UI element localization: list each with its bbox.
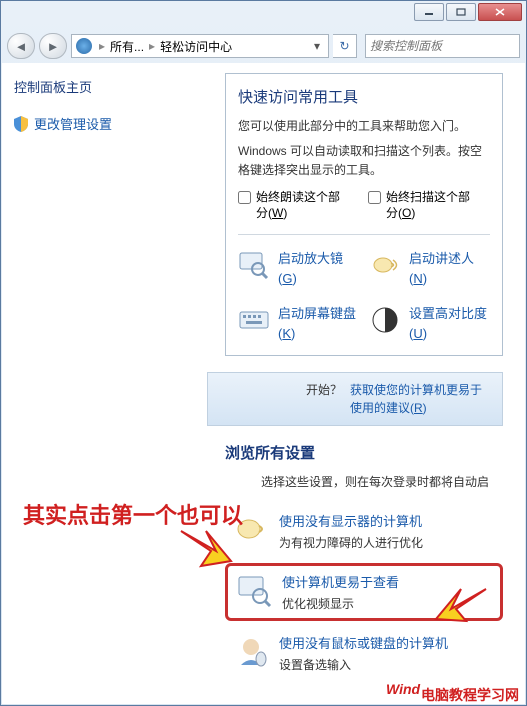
setting-no-display[interactable]: 使用没有显示器的计算机 为有视力障碍的人进行优化 bbox=[225, 505, 503, 557]
watermark-2: 电脑教程学习网 bbox=[421, 685, 519, 705]
address-bar[interactable]: ▸ 所有... ▸ 轻松访问中心 ▾ bbox=[71, 34, 329, 58]
nav-back-button[interactable]: ◄ bbox=[7, 33, 35, 59]
narrator-icon bbox=[369, 249, 401, 281]
setting-desc: 优化视频显示 bbox=[282, 595, 399, 612]
sidebar-link-admin-settings[interactable]: 更改管理设置 bbox=[14, 114, 195, 133]
tool-onscreen-keyboard[interactable]: 启动屏幕键盘(K) bbox=[238, 304, 359, 343]
tool-magnifier[interactable]: 启动放大镜(G) bbox=[238, 249, 359, 288]
breadcrumb-item[interactable]: 轻松访问中心 bbox=[158, 38, 234, 55]
setting-title: 使用没有鼠标或键盘的计算机 bbox=[279, 633, 448, 652]
setting-desc: 设置备选输入 bbox=[279, 656, 448, 673]
tool-high-contrast[interactable]: 设置高对比度(U) bbox=[369, 304, 490, 343]
quick-access-panel: 快速访问常用工具 您可以使用此部分中的工具来帮助您入门。 Windows 可以自… bbox=[225, 73, 503, 356]
breadcrumb-item[interactable]: 所有... bbox=[108, 38, 146, 55]
magnifier-icon bbox=[238, 249, 270, 281]
panel-title: 快速访问常用工具 bbox=[238, 86, 490, 107]
no-mouse-icon bbox=[233, 633, 269, 669]
browse-all-desc: 选择这些设置，则在每次登录时都将自动启 bbox=[261, 473, 503, 491]
help-strip: 开始？ 获取使您的计算机更易于使用的建议(R) bbox=[207, 372, 503, 426]
watermark-1: Wind bbox=[386, 681, 420, 697]
nav-forward-button[interactable]: ► bbox=[39, 33, 67, 59]
panel-desc-1: 您可以使用此部分中的工具来帮助您入门。 bbox=[238, 117, 490, 136]
annotation-arrow-left bbox=[176, 526, 236, 571]
setting-desc: 为有视力障碍的人进行优化 bbox=[279, 534, 423, 551]
address-dropdown-icon[interactable]: ▾ bbox=[310, 39, 324, 53]
sidebar-title[interactable]: 控制面板主页 bbox=[14, 77, 195, 96]
maximize-button[interactable] bbox=[446, 3, 476, 21]
refresh-button[interactable]: ↻ bbox=[333, 34, 357, 58]
search-box[interactable]: 🔍 bbox=[365, 34, 520, 58]
panel-desc-2: Windows 可以自动读取和扫描这个列表。按空格键选择突出显示的工具。 bbox=[238, 142, 490, 180]
checkbox-always-scan[interactable]: 始终扫描这个部分(O) bbox=[368, 189, 476, 223]
contrast-icon bbox=[369, 304, 401, 336]
sidebar: 控制面板主页 更改管理设置 bbox=[2, 63, 207, 704]
setting-no-mouse-keyboard[interactable]: 使用没有鼠标或键盘的计算机 设置备选输入 bbox=[225, 627, 503, 679]
help-link[interactable]: 获取使您的计算机更易于使用的建议(R) bbox=[350, 381, 490, 417]
help-left: 开始？ bbox=[306, 381, 342, 417]
search-input[interactable] bbox=[370, 39, 527, 53]
checkbox-input[interactable] bbox=[368, 191, 381, 204]
checkbox-input[interactable] bbox=[238, 191, 251, 204]
shield-icon bbox=[14, 116, 28, 132]
close-button[interactable] bbox=[478, 3, 522, 21]
easier-see-icon bbox=[236, 572, 272, 608]
keyboard-icon bbox=[238, 304, 270, 336]
setting-title: 使计算机更易于查看 bbox=[282, 572, 399, 591]
sidebar-link-label: 更改管理设置 bbox=[34, 114, 112, 133]
setting-title: 使用没有显示器的计算机 bbox=[279, 511, 423, 530]
control-panel-icon bbox=[76, 38, 92, 54]
tool-narrator[interactable]: 启动讲述人(N) bbox=[369, 249, 490, 288]
minimize-button[interactable] bbox=[414, 3, 444, 21]
checkbox-always-read[interactable]: 始终朗读这个部分(W) bbox=[238, 189, 346, 223]
browse-all-title: 浏览所有设置 bbox=[225, 442, 525, 463]
annotation-arrow-right bbox=[431, 581, 491, 626]
